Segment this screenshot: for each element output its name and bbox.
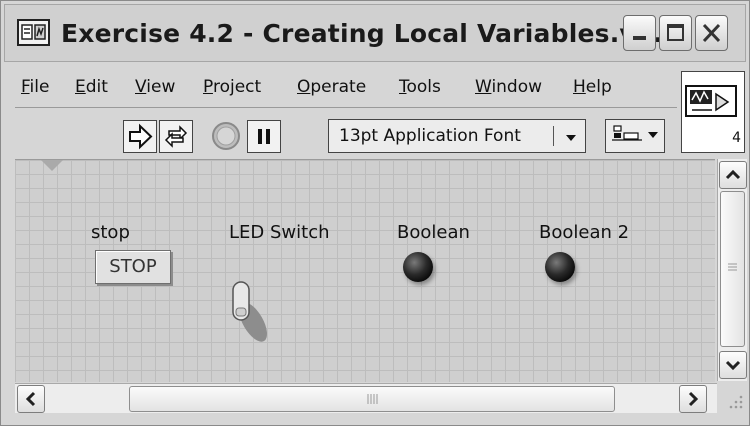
title-bar[interactable]: Exercise 4.2 - Creating Local Variables.… (4, 4, 746, 62)
horizontal-scroll-thumb[interactable] (129, 386, 615, 412)
maximize-icon (660, 24, 691, 54)
boolean-led-indicator (403, 252, 433, 282)
menu-file[interactable]: File (21, 77, 49, 97)
grip-icon (130, 394, 614, 415)
vi-connector-pane[interactable]: 4 (681, 71, 745, 153)
vertical-scroll-thumb[interactable] (720, 191, 745, 347)
close-button[interactable] (695, 15, 728, 51)
stop-label: stop (91, 222, 130, 243)
menu-window[interactable]: Window (475, 77, 542, 97)
chevron-right-icon (680, 391, 706, 416)
chevron-up-icon (720, 169, 746, 192)
align-objects-icon (606, 125, 664, 156)
front-panel-icon (17, 17, 51, 47)
maximize-button[interactable] (659, 15, 692, 51)
align-objects-button[interactable] (605, 119, 665, 153)
labview-front-panel-window: Exercise 4.2 - Creating Local Variables.… (0, 0, 750, 426)
resize-grip-icon[interactable] (717, 383, 747, 413)
menu-edit[interactable]: Edit (75, 77, 108, 97)
boolean-2-label: Boolean 2 (539, 222, 630, 243)
abort-button[interactable] (209, 120, 243, 153)
scroll-right-button[interactable] (679, 385, 707, 413)
connector-terminal-count: 4 (732, 130, 741, 146)
font-ring-divider (553, 126, 554, 146)
scroll-down-button[interactable] (719, 351, 747, 379)
boolean-2-led-indicator (545, 252, 575, 282)
led-switch-label: LED Switch (229, 222, 330, 243)
menu-bar: File Edit View Project Operate Tools Win… (15, 65, 677, 105)
grip-icon (721, 263, 744, 350)
toolbar: 13pt Application Font (15, 107, 677, 158)
menu-view[interactable]: View (135, 77, 175, 97)
vertical-scrollbar[interactable] (717, 159, 747, 381)
front-panel-canvas[interactable]: stop STOP LED Switch Boolean Boolean 2 (15, 159, 715, 382)
scroll-left-button[interactable] (17, 385, 45, 413)
chevron-left-icon (18, 391, 44, 416)
pause-icon (248, 129, 280, 156)
panel-origin-marker (41, 160, 63, 171)
boolean-label: Boolean (397, 222, 470, 243)
abort-icon (209, 122, 243, 157)
stop-button[interactable]: STOP (95, 250, 171, 284)
run-button[interactable] (123, 120, 157, 153)
chevron-down-icon[interactable] (561, 127, 581, 147)
run-arrow-icon (124, 123, 156, 156)
menu-project[interactable]: Project (203, 77, 261, 97)
run-continuously-button[interactable] (159, 120, 193, 153)
scroll-up-button[interactable] (719, 161, 747, 189)
window-title: Exercise 4.2 - Creating Local Variables.… (61, 19, 683, 48)
chevron-down-icon (720, 360, 746, 382)
font-ring-label: 13pt Application Font (339, 126, 521, 146)
menu-help[interactable]: Help (573, 77, 612, 97)
led-toggle-switch[interactable] (227, 278, 275, 348)
menu-tools[interactable]: Tools (399, 77, 441, 97)
menu-operate[interactable]: Operate (297, 77, 366, 97)
close-icon (696, 23, 727, 54)
run-continuously-icon (160, 125, 192, 156)
minimize-icon (624, 35, 655, 54)
horizontal-scrollbar[interactable] (15, 383, 717, 413)
minimize-button[interactable] (623, 15, 656, 51)
font-ring[interactable]: 13pt Application Font (328, 119, 586, 153)
pause-button[interactable] (247, 120, 281, 153)
